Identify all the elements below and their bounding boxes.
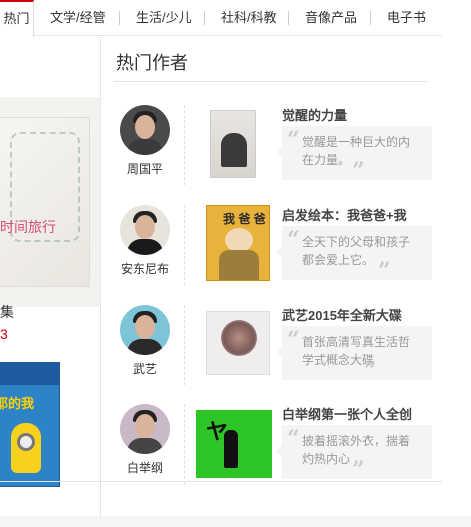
author-avatar[interactable]	[120, 404, 170, 454]
avatar-face	[135, 414, 155, 438]
author-name[interactable]: 武艺	[102, 360, 188, 377]
panel-bottom-border	[0, 481, 442, 482]
category-nav: 热门 文学/经管 生活/少儿 社科/科教 音像产品 电子书	[0, 0, 442, 37]
avatar-face	[135, 315, 155, 339]
tab-audio-video[interactable]: 音像产品	[305, 0, 357, 36]
cover-figure	[219, 250, 259, 280]
cover-title: 时间旅行	[0, 220, 56, 236]
cover-portrait	[221, 320, 257, 356]
author-avatar[interactable]	[120, 305, 170, 355]
album-cover[interactable]: ヤ	[196, 410, 272, 478]
quote-text: 全天下的父母和孩子都会爱上它。	[302, 235, 411, 267]
open-quote-icon: “	[287, 227, 300, 253]
dashed-divider	[184, 404, 185, 484]
dvd-cover[interactable]: 耶的我	[0, 362, 60, 487]
close-quote-icon: ”	[352, 158, 365, 184]
dashed-divider	[184, 305, 185, 385]
album-title[interactable]: 白举纲第一张个人全创	[282, 404, 412, 423]
cover-figure	[224, 430, 238, 468]
featured-caption[interactable]: 集	[0, 302, 14, 322]
book-cover[interactable]	[210, 110, 256, 178]
close-quote-icon: ”	[352, 457, 365, 483]
featured-price: 3	[0, 326, 8, 342]
author-avatar[interactable]	[120, 105, 170, 155]
tab-divider	[204, 11, 205, 25]
avatar-body	[127, 339, 163, 355]
divider	[114, 81, 428, 82]
tab-divider	[288, 11, 289, 25]
author-item: 周国平 觉醒的力量 “ 觉醒是一种巨大的内在力量。 ”	[102, 105, 442, 205]
footer-strip	[0, 516, 471, 527]
avatar-face	[135, 215, 155, 239]
cover-photo	[221, 133, 247, 167]
close-quote-icon: ”	[364, 358, 377, 384]
album-cover[interactable]	[206, 311, 270, 375]
avatar-face	[135, 115, 155, 139]
avatar-body	[127, 239, 163, 255]
tab-literature[interactable]: 文学/经管	[50, 0, 106, 36]
open-quote-icon: “	[287, 127, 300, 153]
dvd-title: 耶的我	[0, 396, 35, 411]
album-quote: “ 披着摇滚外衣，揣着灼热内心 ”	[276, 425, 432, 483]
dashed-divider	[184, 105, 185, 185]
tab-divider	[119, 11, 120, 25]
author-item: 安东尼布 我 爸 爸 启发绘本：我爸爸+我 “ 全天下的父母和孩子都会爱上它。 …	[102, 205, 442, 305]
book-quote: “ 觉醒是一种巨大的内在力量。 ”	[276, 126, 432, 184]
tab-divider	[370, 11, 371, 25]
book-cover[interactable]: 我 爸 爸	[206, 205, 270, 281]
open-quote-icon: “	[287, 426, 300, 452]
author-name[interactable]: 白举纲	[102, 459, 188, 476]
minion-eye	[17, 433, 35, 451]
cover-text: 我 爸 爸	[223, 212, 266, 226]
author-name[interactable]: 周国平	[102, 160, 188, 177]
tab-hot[interactable]: 热门	[0, 0, 34, 37]
open-quote-icon: “	[287, 327, 300, 353]
close-quote-icon: ”	[378, 258, 391, 284]
dashed-divider	[184, 205, 185, 285]
author-item: 武艺 武艺2015年全新大碟 “ 首张高清写真生活哲学式概念大碟 ”	[102, 305, 442, 405]
book-title[interactable]: 觉醒的力量	[282, 105, 347, 124]
avatar-body	[127, 438, 163, 454]
tab-social-science[interactable]: 社科/科教	[221, 0, 277, 36]
tab-life-kids[interactable]: 生活/少儿	[136, 0, 192, 36]
author-item: 白举纲 ヤ 白举纲第一张个人全创 “ 披着摇滚外衣，揣着灼热内心 ”	[102, 404, 442, 504]
book-title[interactable]: 启发绘本：我爸爸+我	[282, 205, 407, 224]
dvd-banner	[0, 363, 59, 385]
featured-book-cover[interactable]: 时间旅行	[0, 97, 100, 307]
book-quote: “ 全天下的父母和孩子都会爱上它。 ”	[276, 226, 432, 284]
featured-left-panel: 时间旅行 集 3 耶的我	[0, 37, 101, 527]
quote-text: 首张高清写真生活哲学式概念大碟	[302, 335, 411, 367]
hot-authors-panel: 热门作者 周国平 觉醒的力量 “ 觉醒是一种巨大的内在力量。 ” 安东尼布 我	[102, 37, 442, 484]
avatar-body	[127, 139, 163, 155]
tab-ebooks[interactable]: 电子书	[387, 0, 426, 36]
section-title: 热门作者	[116, 53, 188, 73]
album-quote: “ 首张高清写真生活哲学式概念大碟 ”	[276, 326, 432, 384]
author-name[interactable]: 安东尼布	[102, 260, 188, 277]
album-title[interactable]: 武艺2015年全新大碟	[282, 305, 402, 324]
cover-face	[225, 228, 253, 252]
author-avatar[interactable]	[120, 205, 170, 255]
